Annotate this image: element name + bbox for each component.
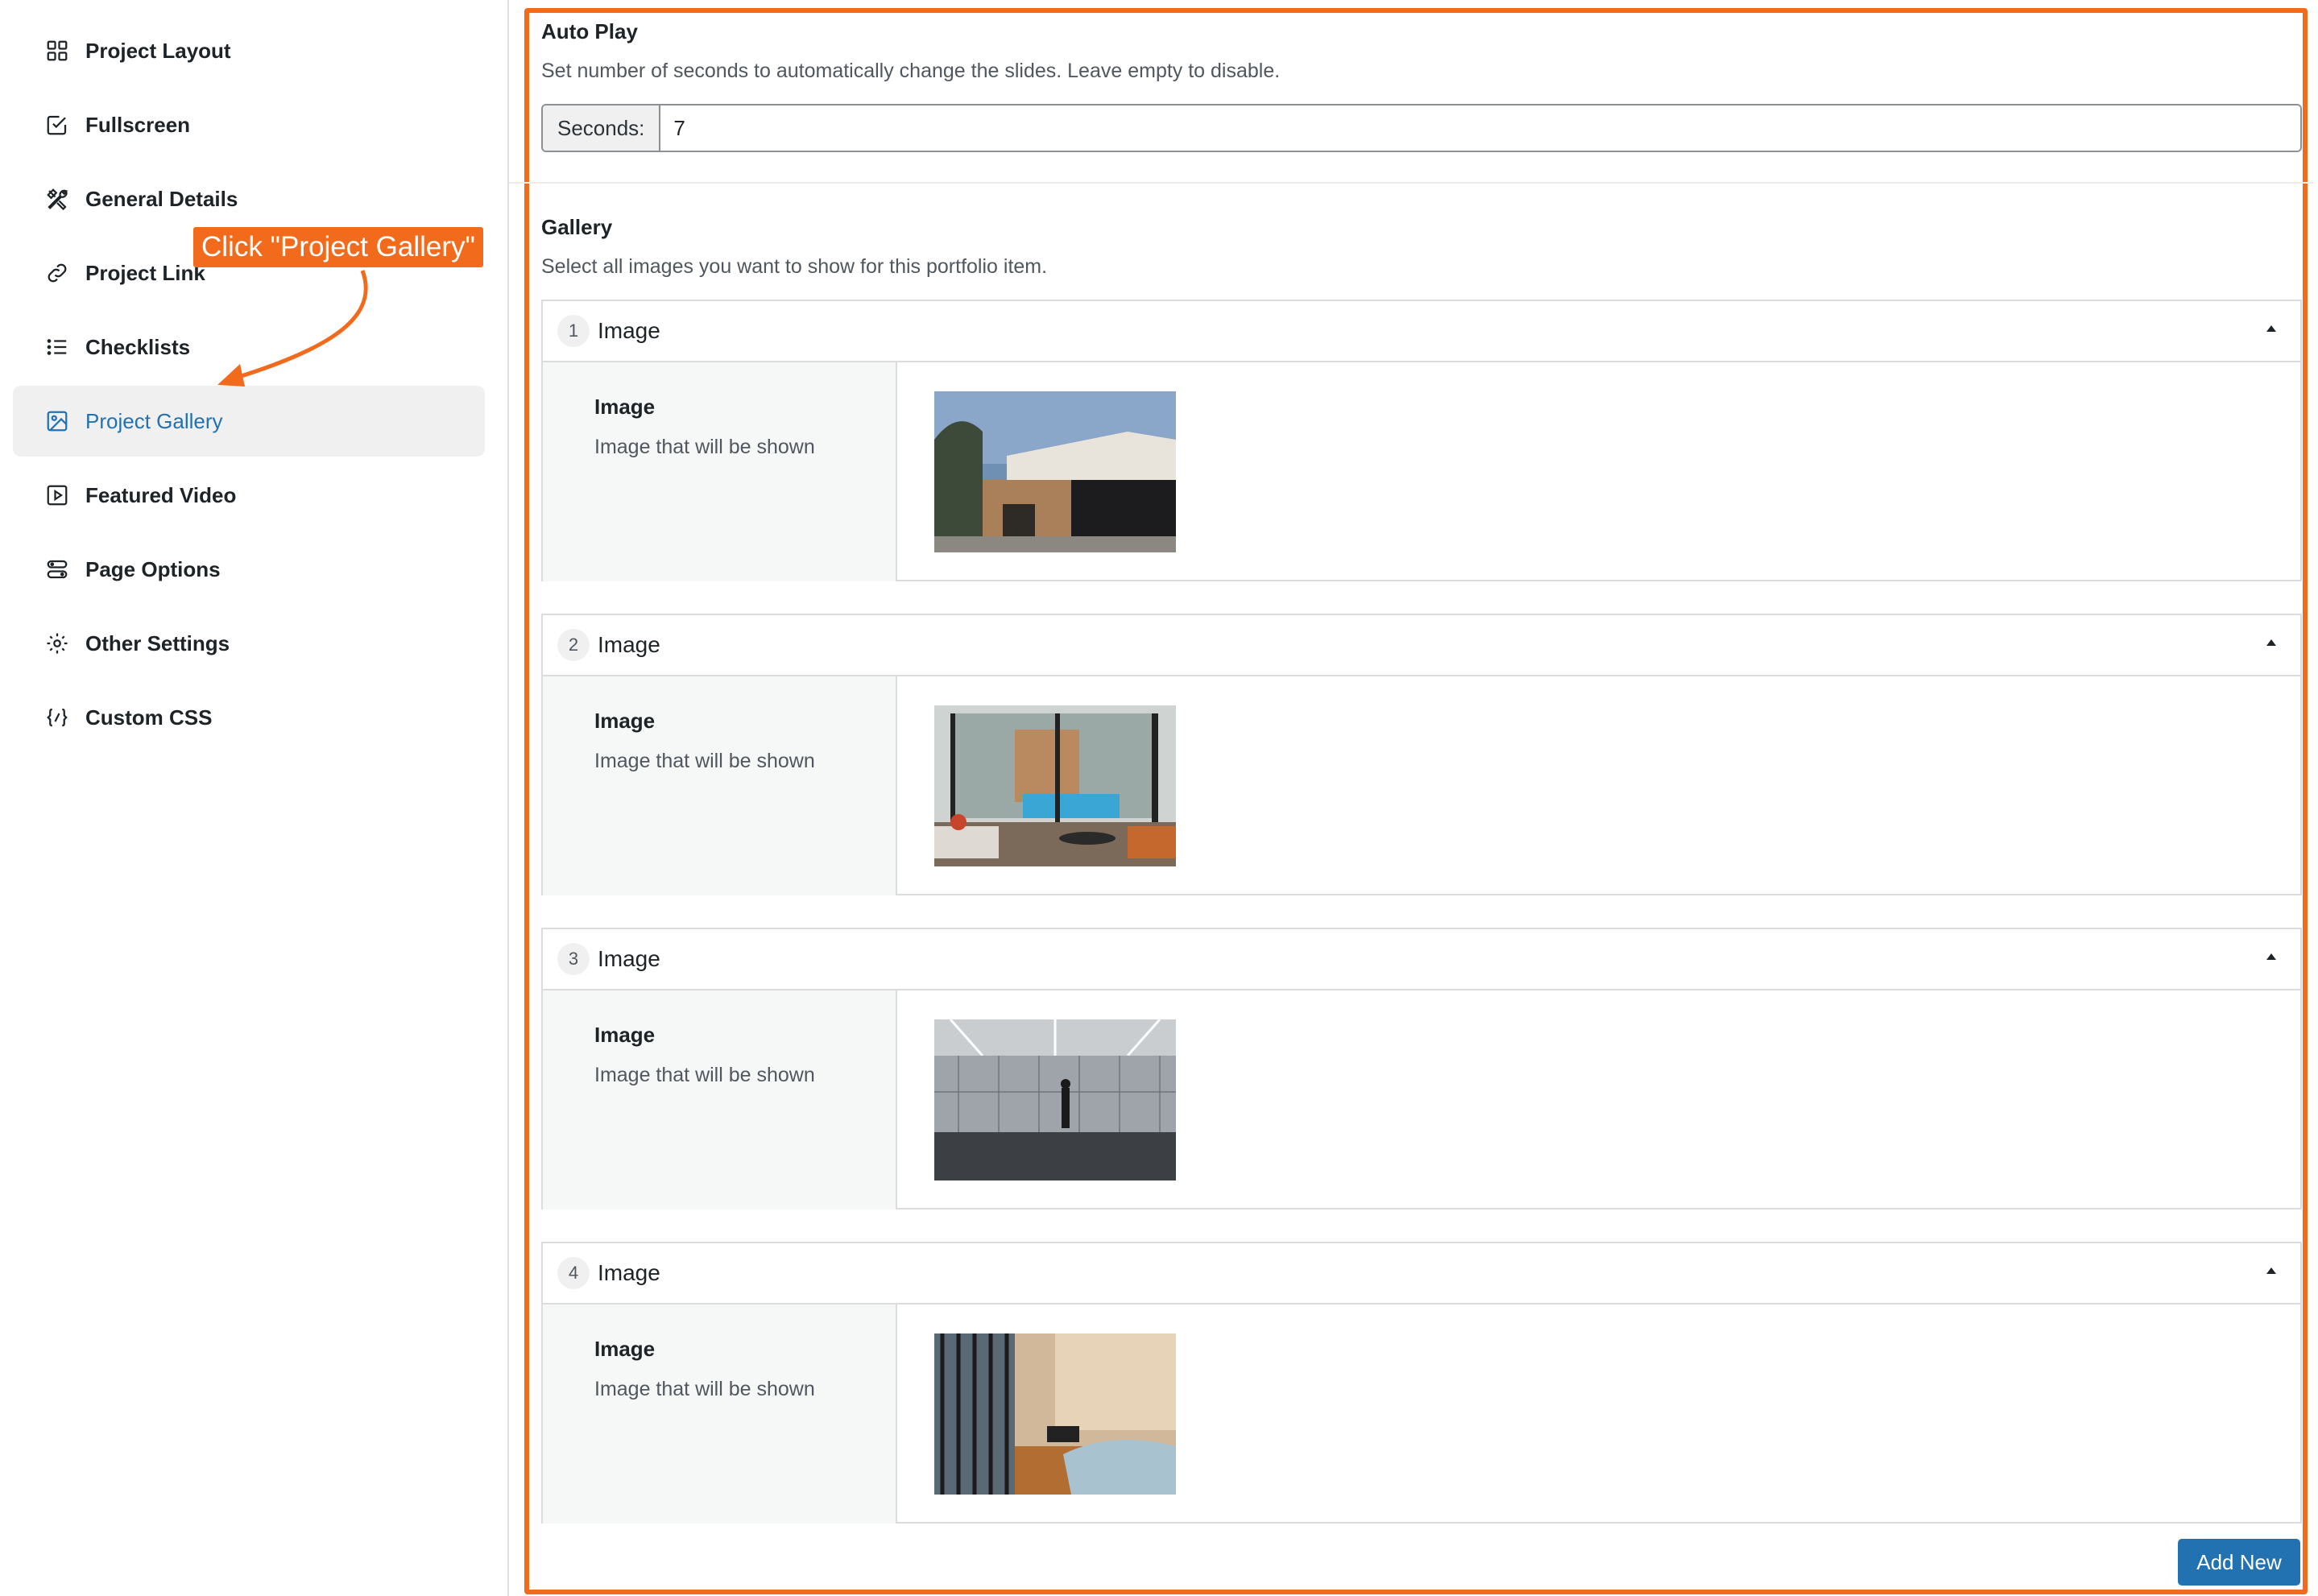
gallery-item: 1 Image Image Image that will be shown <box>541 300 2302 581</box>
item-number-badge: 3 <box>557 943 590 975</box>
image-thumbnail-gallery-hall[interactable] <box>934 1019 1176 1180</box>
seconds-prefix: Seconds: <box>543 105 661 151</box>
gear-icon <box>45 631 69 655</box>
item-number-badge: 1 <box>557 315 590 347</box>
gallery-item: 3 Image Image Image that will be shown <box>541 928 2302 1209</box>
sidebar-item-page-options[interactable]: Page Options <box>13 534 485 605</box>
sidebar-item-fullscreen[interactable]: Fullscreen <box>13 89 485 160</box>
image-icon <box>45 409 69 433</box>
sidebar-item-general-details[interactable]: General Details <box>13 163 485 234</box>
checkbox-icon <box>45 113 69 137</box>
item-title: Image <box>598 1260 660 1285</box>
field-description: Image that will be shown <box>594 436 815 458</box>
field-label: Image <box>594 1337 656 1361</box>
sidebar-item-label: Project Gallery <box>85 408 223 433</box>
item-number-badge: 2 <box>557 629 590 661</box>
list-icon <box>45 335 69 359</box>
collapse-arrow-icon[interactable] <box>2266 639 2276 646</box>
sidebar-item-label: Project Layout <box>85 38 231 63</box>
video-icon <box>45 483 69 507</box>
field-label: Image <box>594 1023 656 1047</box>
sidebar-item-label: General Details <box>85 186 238 211</box>
gallery-description: Select all images you want to show for t… <box>541 255 1048 278</box>
image-thumbnail-living-room-pool[interactable] <box>934 705 1176 866</box>
sidebar-item-custom-css[interactable]: Custom CSS <box>13 682 485 753</box>
sidebar-item-featured-video[interactable]: Featured Video <box>13 460 485 531</box>
item-title: Image <box>598 318 660 343</box>
gallery-item: 4 Image Image Image that will be shown <box>541 1242 2302 1524</box>
collapse-arrow-icon[interactable] <box>2266 953 2276 960</box>
sidebar-item-label: Page Options <box>85 556 221 581</box>
gallery-item-header[interactable]: 1 Image <box>543 301 2300 362</box>
gallery-item-header[interactable]: 3 Image <box>543 929 2300 990</box>
collapse-arrow-icon[interactable] <box>2266 1267 2276 1274</box>
sidebar-item-project-layout[interactable]: Project Layout <box>13 15 485 86</box>
layout-grid-icon <box>45 39 69 63</box>
gallery-settings-panel: Auto Play Set number of seconds to autom… <box>509 0 2313 1596</box>
item-title: Image <box>598 946 660 971</box>
sidebar-item-label: Fullscreen <box>85 112 191 137</box>
field-description: Image that will be shown <box>594 1378 815 1400</box>
field-label: Image <box>594 395 656 419</box>
image-thumbnail-bedroom[interactable] <box>934 1333 1176 1495</box>
sidebar-item-label: Custom CSS <box>85 705 213 730</box>
gallery-item-header[interactable]: 4 Image <box>543 1243 2300 1305</box>
sidebar-item-project-gallery[interactable]: Project Gallery <box>13 386 485 457</box>
field-description: Image that will be shown <box>594 1064 815 1086</box>
field-label: Image <box>594 709 656 733</box>
autoplay-description: Set number of seconds to automatically c… <box>541 60 1281 82</box>
sidebar-item-label: Checklists <box>85 334 191 359</box>
field-description: Image that will be shown <box>594 750 815 772</box>
section-divider <box>509 182 2313 184</box>
seconds-input[interactable] <box>660 105 2300 151</box>
code-icon <box>45 705 69 730</box>
options-icon <box>45 557 69 581</box>
image-thumbnail-house-exterior[interactable] <box>934 391 1176 552</box>
item-number-badge: 4 <box>557 1257 590 1289</box>
instruction-callout: Click "Project Gallery" <box>193 227 483 267</box>
tools-icon <box>45 187 69 211</box>
sidebar-item-label: Featured Video <box>85 482 237 507</box>
link-icon <box>45 261 69 285</box>
item-title: Image <box>598 632 660 657</box>
autoplay-title: Auto Play <box>541 19 638 43</box>
sidebar-item-label: Other Settings <box>85 631 230 655</box>
sidebar-item-other-settings[interactable]: Other Settings <box>13 608 485 679</box>
collapse-arrow-icon[interactable] <box>2266 325 2276 332</box>
add-new-button[interactable]: Add New <box>2178 1539 2300 1586</box>
callout-arrow-icon <box>217 270 368 387</box>
gallery-item: 2 Image Image Image that will be shown <box>541 614 2302 895</box>
sidebar-item-label: Project Link <box>85 260 205 285</box>
gallery-title: Gallery <box>541 215 613 239</box>
gallery-item-header[interactable]: 2 Image <box>543 615 2300 676</box>
seconds-field: Seconds: <box>541 104 2302 152</box>
